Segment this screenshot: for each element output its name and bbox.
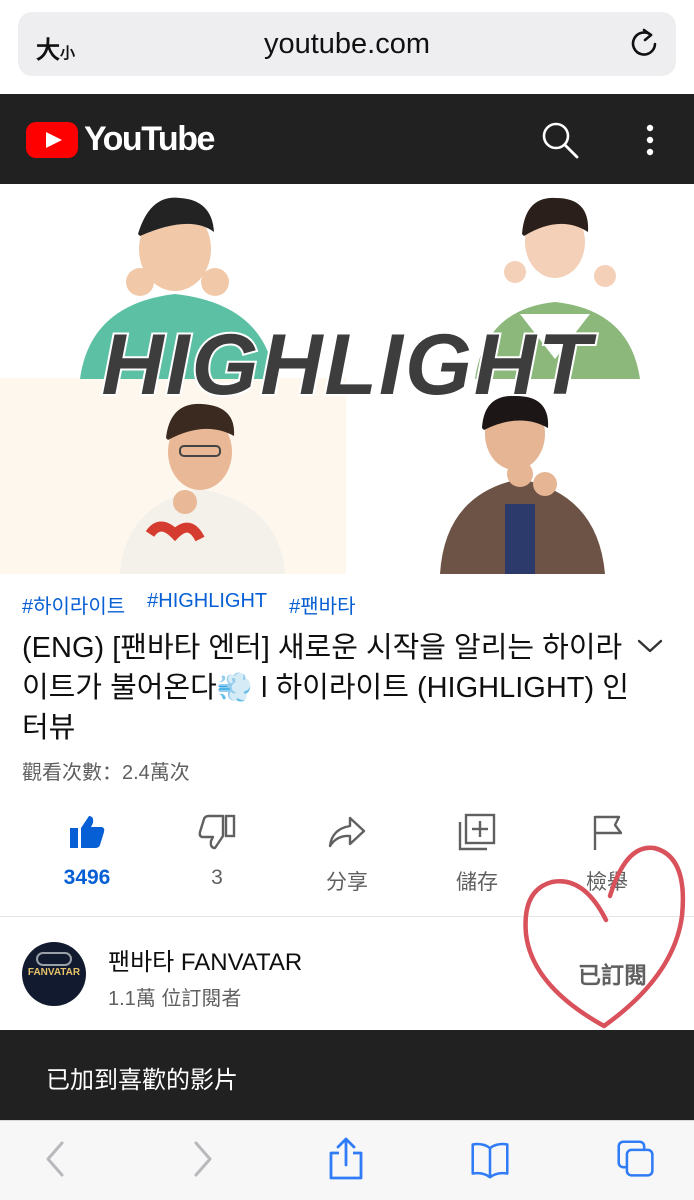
heart-doodle (523, 845, 686, 1029)
youtube-play-icon (26, 121, 78, 158)
snackbar-toast: 已加到喜歡的影片 (0, 1030, 694, 1120)
hashtag-link[interactable]: #하이라이트 (22, 590, 125, 619)
add-to-playlist-icon (458, 813, 496, 851)
address-bar[interactable]: 大小 youtube.com (18, 12, 676, 76)
view-count: 觀看次數：2.4萬次 (22, 762, 190, 784)
share-arrow-icon (328, 816, 366, 848)
share-button[interactable]: 分享 (282, 812, 412, 896)
youtube-header: YouTube (0, 94, 694, 184)
like-button[interactable]: 3496 (22, 812, 152, 890)
chevron-down-icon[interactable] (636, 636, 664, 656)
bookmarks-icon[interactable] (470, 1137, 510, 1181)
hashtag-row: #하이라이트 #HIGHLIGHT #팬바타 (22, 590, 355, 619)
reload-icon[interactable] (626, 26, 662, 62)
share-label: 分享 (326, 871, 368, 894)
browser-top-bar: 大小 youtube.com (0, 0, 694, 94)
youtube-logo[interactable]: YouTube (26, 120, 215, 159)
channel-name[interactable]: 팬바타 FANVATAR (108, 942, 302, 977)
like-count: 3496 (63, 866, 111, 889)
thumbnail-overlay-text: HIGHLIGHT (102, 317, 597, 413)
avatar-logo-mark (36, 952, 72, 966)
channel-avatar[interactable]: FANVATAR (22, 942, 86, 1006)
youtube-wordmark: YouTube (84, 120, 215, 158)
video-title[interactable]: (ENG) [팬바타 엔터] 새로운 시작을 알리는 하이라이트가 불어온다💨 … (22, 628, 632, 748)
video-player-thumbnail[interactable]: HIGHLIGHT (0, 184, 694, 574)
url-text[interactable]: youtube.com (18, 28, 676, 61)
share-icon[interactable] (326, 1137, 366, 1181)
tabs-icon[interactable] (616, 1137, 656, 1181)
hashtag-link[interactable]: #팬바타 (289, 590, 355, 619)
back-icon[interactable] (36, 1137, 76, 1181)
forward-icon[interactable] (182, 1137, 222, 1181)
toast-message: 已加到喜歡的影片 (46, 1067, 238, 1094)
hashtag-link[interactable]: #HIGHLIGHT (147, 590, 267, 619)
browser-bottom-toolbar (0, 1120, 694, 1200)
subscriber-count: 1.1萬 位訂閱者 (108, 988, 242, 1010)
dislike-count: 3 (211, 866, 223, 889)
search-icon[interactable] (540, 120, 580, 160)
thumbs-down-icon (198, 814, 236, 850)
thumbs-up-filled-icon (70, 816, 105, 848)
more-vert-icon[interactable] (638, 122, 662, 158)
dislike-button[interactable]: 3 (152, 812, 282, 890)
avatar-logo-text: FANVATAR (27, 967, 81, 978)
